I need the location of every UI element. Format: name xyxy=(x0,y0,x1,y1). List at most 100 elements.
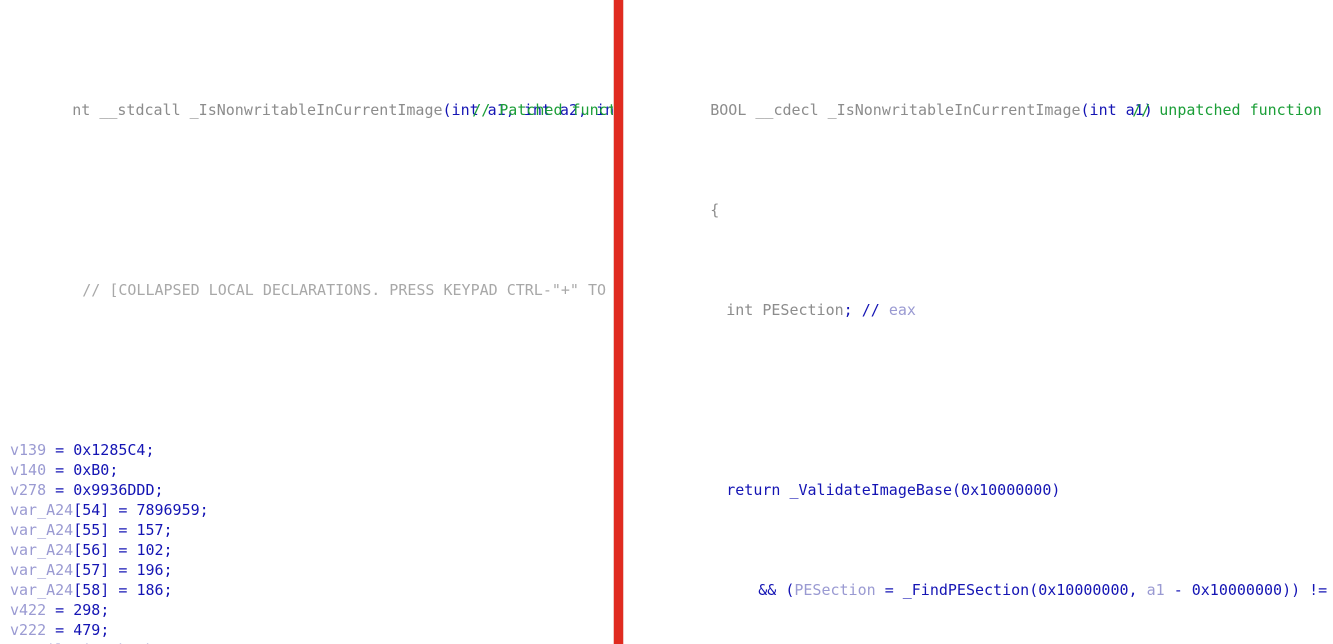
left-assignment-line: var_A24[54] = 7896959; xyxy=(0,500,614,520)
assignment-variable-name: v278 xyxy=(10,481,47,499)
assignment-equals-operator: = xyxy=(109,581,137,599)
assignment-semicolon: ; xyxy=(154,481,164,499)
left-blank-2 xyxy=(0,340,614,360)
left-assignment-line: var_A24[56] = 102; xyxy=(0,540,614,560)
assignment-variable-name: var_A24 xyxy=(10,561,74,579)
assignment-variable-name: var_A24 xyxy=(10,581,74,599)
assignment-variable-name: var_A24 xyxy=(10,501,74,519)
assignment-equals-operator: = xyxy=(109,501,137,519)
assignment-value: 157 xyxy=(136,521,164,539)
right-local-comment-slashes: // xyxy=(861,301,880,319)
right-unpatched-comment-text: // unpatched function xyxy=(1132,101,1322,119)
right-decl-space-2 xyxy=(853,301,862,319)
left-assignment-line: var_A24[57] = 196; xyxy=(0,560,614,580)
assignment-array-index: [57] xyxy=(73,561,110,579)
assignment-value: 186 xyxy=(136,581,164,599)
assignment-array-index: [54] xyxy=(73,501,110,519)
assignment-array-index: [55] xyxy=(73,521,110,539)
assignment-equals-operator: = xyxy=(46,441,74,459)
assignment-value: 0x1285C4 xyxy=(73,441,146,459)
right-validate-args: (0x10000000) xyxy=(952,481,1061,499)
assignment-equals-operator: = xyxy=(109,521,137,539)
left-assignment-line: v222 = 479; xyxy=(0,620,614,640)
identifier: a1 xyxy=(1146,581,1165,599)
left-assignment-line: v139 = 0x1285C4; xyxy=(0,440,614,460)
assignment-semicolon: ; xyxy=(163,521,173,539)
punctuation: != xyxy=(1309,581,1328,599)
right-blank-1 xyxy=(630,360,1333,380)
assignment-equals-operator: = xyxy=(46,461,74,479)
divider-edge-right xyxy=(623,0,624,644)
right-local-declaration: int PESection; // eax xyxy=(630,280,1333,319)
assignment-semicolon: ; xyxy=(199,501,209,519)
right-local-comment-text: eax xyxy=(888,301,916,319)
assignment-equals-operator: = xyxy=(46,481,74,499)
assignment-array-index: [58] xyxy=(73,581,110,599)
left-collapsed-declarations-comment[interactable]: // [COLLAPSED LOCAL DECLARATIONS. PRESS … xyxy=(0,260,614,299)
signature-head: nt __stdcall _IsNonwritableInCurrentImag… xyxy=(72,101,443,119)
assignment-semicolon: ; xyxy=(109,461,119,479)
right-local-type: int xyxy=(726,301,754,319)
assignment-equals-operator: = xyxy=(46,621,74,639)
divider-edge-left xyxy=(613,0,614,644)
right-pseudocode-pane[interactable]: BOOL __cdecl _IsNonwritableInCurrentImag… xyxy=(630,0,1333,644)
assignment-variable-name: v139 xyxy=(10,441,47,459)
right-open-brace: { xyxy=(630,180,1333,219)
assignment-value: 0x9936DDD xyxy=(73,481,155,499)
assignment-value: 0xB0 xyxy=(73,461,110,479)
assignment-value: 7896959 xyxy=(136,501,200,519)
left-assignment-line: v278 = 0x9936DDD; xyxy=(0,480,614,500)
identifier: PESection xyxy=(794,581,876,599)
right-findpesection-expression: (PESection = _FindPESection(0x10000000, … xyxy=(785,581,1333,599)
right-local-name: PESection xyxy=(762,301,844,319)
assignment-value: 479 xyxy=(73,621,101,639)
left-assignment-line: GetFileSize_hash = 0xA8E76C69; xyxy=(0,640,614,644)
assignment-semicolon: ; xyxy=(145,441,155,459)
assignment-variable-name: var_A24 xyxy=(10,521,74,539)
numeric-literal: 0x10000000 xyxy=(1038,581,1129,599)
punctuation: , xyxy=(1128,581,1138,599)
punctuation: ( xyxy=(1029,581,1039,599)
left-assignment-line: var_A24[55] = 157; xyxy=(0,520,614,540)
left-assignment-list: v139 = 0x1285C4; v140 = 0xB0; v278 = 0x993… xyxy=(0,440,614,644)
right-and-operator-1: && xyxy=(758,581,777,599)
right-return-line-2: && (PESection = _FindPESection(0x1000000… xyxy=(630,560,1333,599)
right-decl-space-3 xyxy=(880,301,889,319)
left-assignment-line: v422 = 298; xyxy=(0,600,614,620)
punctuation: )) xyxy=(1282,581,1301,599)
left-pseudocode-pane[interactable]: nt __stdcall _IsNonwritableInCurrentImag… xyxy=(0,0,614,644)
left-blank-1 xyxy=(0,160,614,180)
punctuation: - xyxy=(1173,581,1183,599)
assignment-variable-name: var_A24 xyxy=(10,541,74,559)
assignment-value: 196 xyxy=(136,561,164,579)
assignment-semicolon: ; xyxy=(163,541,173,559)
function-name: _FindPESection xyxy=(902,581,1030,599)
left-assignment-line: v140 = 0xB0; xyxy=(0,460,614,480)
assignment-equals-operator: = xyxy=(46,601,74,619)
right-l2-space xyxy=(776,581,785,599)
right-validate-call: _ValidateImageBase xyxy=(789,481,953,499)
right-return-line-1: return _ValidateImageBase(0x10000000) xyxy=(630,460,1333,499)
assignment-equals-operator: = xyxy=(109,541,137,559)
assignment-variable-name: v140 xyxy=(10,461,47,479)
decompiler-diff-view: nt __stdcall _IsNonwritableInCurrentImag… xyxy=(0,0,1333,644)
left-patched-function-comment: // Patched function xyxy=(418,80,614,119)
right-open-brace-text: { xyxy=(710,201,720,219)
left-patched-comment-text: // Patched function xyxy=(472,101,614,119)
assignment-variable-name: v422 xyxy=(10,601,47,619)
right-unpatched-function-comment: // unpatched function xyxy=(1078,80,1322,119)
assignment-equals-operator: = xyxy=(109,561,137,579)
assignment-semicolon: ; xyxy=(100,621,110,639)
assignment-semicolon: ; xyxy=(163,561,173,579)
pane-divider[interactable] xyxy=(613,0,624,644)
left-assignment-line: var_A24[58] = 186; xyxy=(0,580,614,600)
punctuation: = xyxy=(884,581,894,599)
left-collapsed-comment-text: // [COLLAPSED LOCAL DECLARATIONS. PRESS … xyxy=(82,281,607,299)
assignment-value: 102 xyxy=(136,541,164,559)
assignment-variable-name: v222 xyxy=(10,621,47,639)
